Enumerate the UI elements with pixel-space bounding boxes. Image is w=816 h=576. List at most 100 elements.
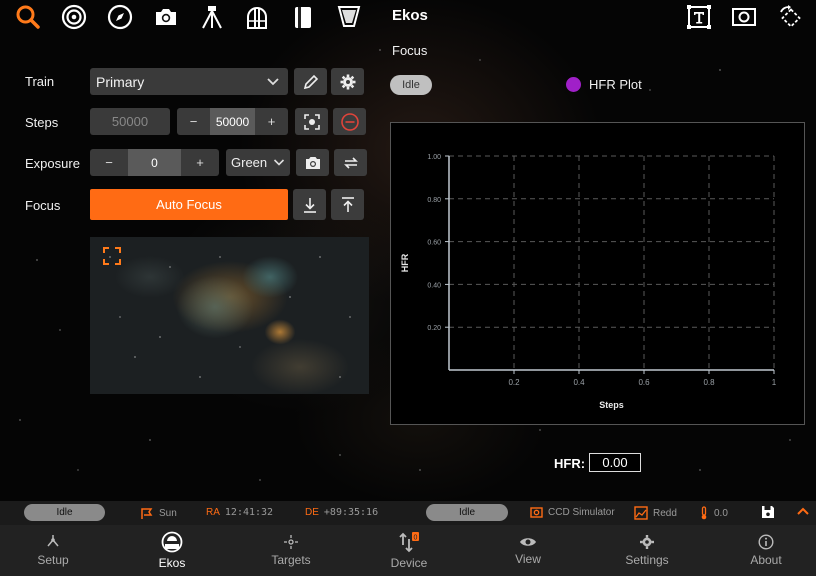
focus-in-button[interactable] — [293, 189, 326, 220]
train-select-value: Primary — [96, 73, 145, 90]
nav-view-label: View — [515, 552, 541, 566]
y-tick-label: 0.80 — [427, 197, 441, 204]
flat-panel-icon[interactable] — [335, 3, 363, 31]
y-tick-label: 0.60 — [427, 240, 441, 247]
temperature-readout: 0.0 — [699, 506, 728, 520]
capture-button[interactable] — [296, 149, 329, 176]
mount-target[interactable]: Sun — [140, 506, 177, 520]
setup-icon — [47, 535, 59, 547]
top-toolbar: Ekos — [0, 0, 816, 34]
eye-icon — [520, 538, 536, 546]
train-label: Train — [25, 74, 55, 89]
train-settings-button[interactable] — [331, 68, 364, 95]
x-tick-label: 0.6 — [638, 378, 650, 387]
arrow-down-to-line-icon — [303, 197, 316, 213]
ra-readout: RA 12:41:32 — [206, 507, 273, 518]
preview-stars — [90, 237, 369, 394]
filter-wheel-icon — [634, 506, 648, 520]
observatory-icon[interactable] — [243, 3, 271, 31]
nav-settings-label: Settings — [625, 553, 669, 567]
y-tick-label: 0.20 — [427, 325, 441, 332]
steps-value[interactable]: 50000 — [210, 108, 255, 135]
target-icon[interactable] — [60, 3, 88, 31]
hfr-plot[interactable]: 0.2 0.4 0.6 0.8 1 0.20 0.40 0.60 0.80 1.00 Steps HF… — [390, 122, 805, 425]
nav-setup[interactable]: Setup — [3, 525, 103, 576]
chevron-down-icon — [273, 155, 285, 170]
gear-icon — [640, 535, 654, 549]
compass-icon[interactable] — [106, 3, 134, 31]
stop-focus-button[interactable] — [333, 108, 366, 135]
filter-select[interactable]: Green — [226, 149, 290, 176]
rotate-icon[interactable] — [776, 3, 804, 31]
capture-frame-icon[interactable] — [730, 3, 758, 31]
tripod-icon[interactable] — [198, 3, 226, 31]
arrow-up-from-line-icon — [341, 196, 354, 212]
exposure-stepper[interactable]: − 0 + — [90, 149, 219, 176]
chevron-up-icon[interactable] — [796, 506, 810, 516]
targets-icon — [284, 535, 298, 549]
camera-icon — [305, 156, 320, 169]
hfr-plot-svg: 0.2 0.4 0.6 0.8 1 0.20 0.40 0.60 0.80 1.00 Steps HF… — [400, 154, 777, 410]
y-axis-title: HFR — [400, 253, 410, 272]
de-value: +89:35:16 — [323, 507, 379, 518]
repeat-icon — [343, 156, 358, 169]
device-icon: 0 — [399, 532, 419, 553]
hfr-label: HFR: — [554, 456, 586, 471]
stop-icon — [340, 112, 359, 131]
nav-device[interactable]: 0 Device — [359, 525, 459, 576]
x-tick-label: 0.4 — [573, 378, 585, 387]
notebook-icon[interactable] — [289, 3, 317, 31]
fullscreen-icon[interactable] — [102, 246, 122, 266]
nav-about[interactable]: About — [716, 525, 816, 576]
search-icon[interactable] — [14, 3, 42, 31]
camera-status-badge: Idle — [426, 504, 508, 521]
focus-target-icon — [303, 113, 320, 130]
gear-icon — [340, 74, 355, 89]
filter-name: Redd — [653, 507, 677, 519]
nav-device-label: Device — [390, 556, 428, 570]
loop-button[interactable] — [334, 149, 367, 176]
x-axis-title: Steps — [599, 400, 624, 410]
app-title: Ekos — [392, 7, 428, 24]
nav-ekos[interactable]: Ekos — [122, 525, 222, 576]
bottom-navigation: Setup Ekos Targets 0 Device View Setting… — [0, 525, 816, 576]
steps-label: Steps — [25, 115, 59, 130]
x-tick-label: 1 — [772, 378, 777, 387]
nav-settings[interactable]: Settings — [597, 525, 697, 576]
auto-focus-button[interactable]: Auto Focus — [90, 189, 288, 220]
nav-about-label: About — [750, 553, 782, 567]
filter-select-value: Green — [231, 155, 268, 170]
exposure-decrement-button[interactable]: − — [90, 155, 128, 170]
de-label: DE — [305, 507, 319, 518]
camera-device[interactable]: CCD Simulator — [530, 506, 615, 519]
exposure-value[interactable]: 0 — [128, 149, 181, 176]
nav-targets[interactable]: Targets — [241, 525, 341, 576]
exposure-label: Exposure — [25, 156, 80, 171]
focus-out-button[interactable] — [331, 189, 364, 220]
filter-device[interactable]: Redd — [634, 506, 677, 520]
absolute-position-field: 50000 — [90, 108, 170, 135]
nav-view[interactable]: View — [478, 525, 578, 576]
steps-decrement-button[interactable]: − — [177, 114, 210, 129]
x-tick-label: 0.8 — [703, 378, 715, 387]
steps-increment-button[interactable]: + — [255, 114, 288, 129]
focus-frame-preview[interactable] — [90, 237, 369, 394]
steps-stepper[interactable]: − 50000 + — [177, 108, 288, 135]
save-icon[interactable] — [761, 505, 775, 519]
camera-icon[interactable] — [152, 3, 180, 31]
focus-label: Focus — [25, 198, 61, 213]
edit-train-button[interactable] — [294, 68, 327, 95]
exposure-increment-button[interactable]: + — [181, 155, 219, 170]
mount-status-badge: Idle — [24, 504, 105, 521]
focus-panel-title: Focus — [392, 43, 428, 58]
mount-icon — [141, 508, 153, 519]
text-overlay-icon[interactable] — [685, 3, 713, 31]
legend-label: HFR Plot — [589, 77, 642, 92]
ccd-icon — [530, 507, 543, 518]
de-readout: DE +89:35:16 — [305, 507, 378, 518]
train-select[interactable]: Primary — [90, 68, 288, 95]
svg-text:0: 0 — [414, 535, 418, 542]
goto-position-button[interactable] — [295, 108, 328, 135]
x-tick-label: 0.2 — [508, 378, 520, 387]
hfr-value: 0.00 — [589, 453, 641, 472]
